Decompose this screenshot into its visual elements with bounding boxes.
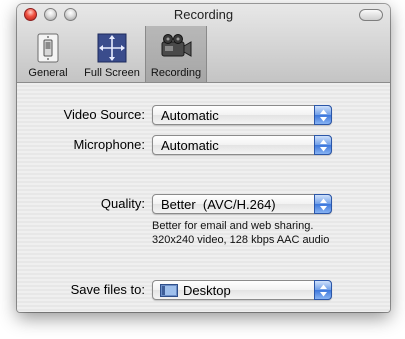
microphone-label: Microphone: (73, 137, 145, 152)
toolbar: Recording General Full Screen Recording (17, 4, 390, 83)
popup-arrows-icon (314, 280, 332, 300)
video-source-value: Automatic (161, 108, 219, 123)
tab-full-screen-label: Full Screen (84, 67, 140, 79)
preferences-window: Recording General Full Screen Recording … (17, 4, 390, 312)
video-source-popup[interactable]: Automatic (152, 105, 332, 125)
popup-arrows-icon (314, 194, 332, 214)
microphone-value: Automatic (161, 138, 219, 153)
fullscreen-arrows-icon (97, 33, 127, 63)
toolbar-toggle-button[interactable] (359, 9, 383, 21)
tab-general[interactable]: General (17, 26, 79, 82)
quality-description-line2: 320x240 video, 128 kbps AAC audio (152, 234, 330, 246)
tab-general-label: General (28, 67, 68, 79)
quality-value: Better (AVC/H.264) (161, 197, 276, 212)
video-source-label: Video Source: (63, 107, 145, 122)
window-title: Recording (173, 7, 234, 22)
save-files-label: Save files to: (70, 282, 145, 297)
video-camera-icon (161, 34, 192, 57)
title-bar: Recording (17, 4, 390, 26)
quality-description-line1: Better for email and web sharing. (152, 220, 314, 232)
desktop-folder-icon (160, 284, 178, 297)
microphone-popup[interactable]: Automatic (152, 135, 332, 155)
save-location-popup[interactable]: Desktop (152, 280, 332, 300)
quality-label: Quality: (100, 196, 145, 211)
tab-recording[interactable]: Recording (145, 26, 207, 82)
tab-recording-label: Recording (150, 67, 202, 79)
popup-arrows-icon (314, 135, 332, 155)
recording-settings-pane: Video Source: Automatic Microphone: Auto… (17, 83, 390, 312)
preferences-tabbar: General Full Screen Recording (17, 26, 207, 82)
popup-arrows-icon (314, 105, 332, 125)
save-location-value: Desktop (183, 283, 231, 298)
tab-full-screen[interactable]: Full Screen (79, 26, 145, 82)
quality-popup[interactable]: Better (AVC/H.264) (152, 194, 332, 214)
light-switch-icon (37, 33, 59, 63)
